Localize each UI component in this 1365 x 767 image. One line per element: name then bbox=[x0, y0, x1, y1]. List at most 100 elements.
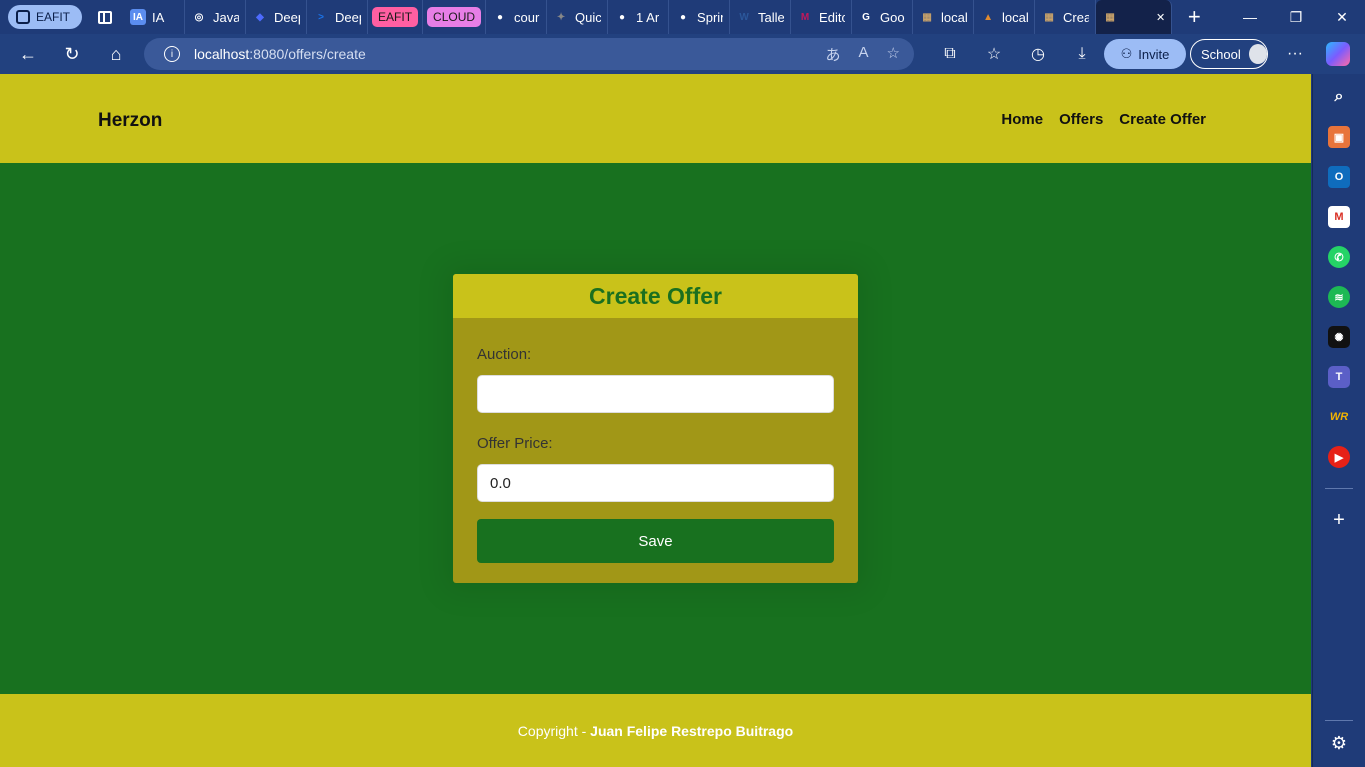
youtube-icon[interactable]: ▶ bbox=[1328, 446, 1350, 468]
browser-tab[interactable]: ● 1 Ar bbox=[608, 0, 670, 34]
tab-favicon-icon: ● bbox=[497, 11, 504, 23]
close-tab-icon[interactable]: ✕ bbox=[1156, 11, 1165, 24]
tab-favicon-icon: ✦ bbox=[556, 11, 566, 23]
tab-actions-icon bbox=[98, 10, 113, 24]
spotify-icon[interactable]: ≋ bbox=[1328, 286, 1350, 308]
url-field[interactable]: i localhost:8080/offers/create あ A ☆ bbox=[144, 38, 914, 70]
tab-strip: EAFIT IA IA ◎ Java ◆ Deep > Deep EAFIT CLOUD ● cour… bbox=[0, 0, 1365, 34]
page-viewport: Herzon Home Offers Create Offer Create O… bbox=[0, 74, 1311, 767]
extensions-icon[interactable]: ⧉ bbox=[930, 34, 970, 74]
save-button[interactable]: Save bbox=[477, 519, 834, 563]
browser-tab[interactable]: ▦ local bbox=[913, 0, 975, 34]
card-header: Create Offer bbox=[453, 274, 858, 318]
window-controls: — ❐ ✕ bbox=[1227, 0, 1365, 34]
favorites-icon[interactable]: ☆ bbox=[974, 34, 1014, 74]
tab-actions-button[interactable] bbox=[92, 4, 118, 30]
tab-favicon-icon: ● bbox=[619, 11, 626, 23]
site-info-icon[interactable]: i bbox=[164, 46, 180, 62]
tab-title: Quic bbox=[575, 9, 602, 25]
offer-form: Auction: Offer Price: 0.0 Save bbox=[453, 318, 858, 563]
outlook-icon[interactable]: O bbox=[1328, 166, 1350, 188]
tab-title: local bbox=[941, 9, 968, 25]
nav-create-offer[interactable]: Create Offer bbox=[1119, 111, 1206, 128]
auction-label: Auction: bbox=[477, 346, 532, 363]
browser-tab[interactable]: ◎ Java bbox=[185, 0, 247, 34]
url-path: :8080/offers/create bbox=[249, 46, 366, 62]
tab-title: cour bbox=[514, 9, 540, 25]
tab-favicon-icon: ● bbox=[680, 11, 687, 23]
browser-tab[interactable]: ✦ Quic bbox=[547, 0, 609, 34]
browser-tab[interactable]: ◆ Deep bbox=[246, 0, 308, 34]
tab-favicon-icon: ◆ bbox=[256, 11, 264, 23]
tab-title: Edito bbox=[819, 9, 845, 25]
url-host: localhost bbox=[194, 46, 250, 62]
browser-tab[interactable]: ▦ ✕ bbox=[1096, 0, 1173, 34]
add-icon[interactable]: + bbox=[1328, 509, 1350, 531]
tab-title: Deep bbox=[274, 9, 300, 25]
tab-title: Deep bbox=[335, 9, 361, 25]
minimize-button[interactable]: — bbox=[1227, 0, 1273, 34]
address-bar-row: ← ↻ ⌂ i localhost:8080/offers/create あ A… bbox=[0, 34, 1365, 74]
avatar bbox=[1248, 44, 1267, 64]
teams-icon[interactable]: T bbox=[1328, 366, 1350, 388]
tab-favicon-icon: ▦ bbox=[1044, 11, 1054, 23]
browser-tab[interactable]: G Goo bbox=[852, 0, 914, 34]
more-menu-button[interactable]: ··· bbox=[1280, 39, 1310, 69]
tab-group-chip[interactable]: CLOUD bbox=[427, 7, 482, 27]
downloads-icon[interactable]: ⤓ bbox=[1062, 34, 1102, 74]
gmail-icon[interactable]: M bbox=[1328, 206, 1350, 228]
nav-home[interactable]: Home bbox=[1001, 111, 1043, 128]
tab-favicon-icon: > bbox=[318, 11, 324, 23]
browser-tab[interactable]: M Edito bbox=[791, 0, 853, 34]
browser-tab[interactable]: W Talle bbox=[730, 0, 792, 34]
refresh-icon: ↻ bbox=[64, 43, 80, 64]
wr-icon[interactable]: WR bbox=[1328, 406, 1350, 428]
profile-label: EAFIT bbox=[36, 10, 71, 24]
whatsapp-icon[interactable]: ✆ bbox=[1328, 246, 1350, 268]
tab-title: Goo bbox=[880, 9, 905, 25]
home-icon: ⌂ bbox=[110, 43, 122, 64]
browser-tab[interactable]: ● Sprir bbox=[669, 0, 731, 34]
favorite-star-icon[interactable]: ☆ bbox=[887, 44, 900, 65]
browser-tab[interactable]: ▲ local bbox=[974, 0, 1036, 34]
copilot-icon[interactable] bbox=[1326, 42, 1350, 66]
brand-logo[interactable]: Herzon bbox=[98, 110, 162, 132]
translate-icon[interactable]: あ bbox=[826, 44, 841, 65]
tab-favicon-icon: ▲ bbox=[983, 11, 993, 23]
profile-icon bbox=[16, 10, 30, 24]
main-nav: Home Offers Create Offer bbox=[1001, 111, 1206, 128]
nav-offers[interactable]: Offers bbox=[1059, 111, 1103, 128]
tab-group-chip[interactable]: EAFIT bbox=[372, 7, 419, 27]
chatgpt-icon[interactable]: ✺ bbox=[1328, 326, 1350, 348]
close-window-button[interactable]: ✕ bbox=[1319, 0, 1365, 34]
briefcase-icon[interactable]: ▣ bbox=[1328, 126, 1350, 148]
tab-title: Java bbox=[213, 9, 240, 25]
browser-tab[interactable]: CLOUD bbox=[423, 0, 487, 34]
browser-tab[interactable]: ● cour bbox=[486, 0, 548, 34]
home-button[interactable]: ⌂ bbox=[96, 34, 136, 74]
invite-button[interactable]: ⚇ Invite bbox=[1104, 39, 1186, 69]
browser-tab[interactable]: EAFIT bbox=[368, 0, 424, 34]
maximize-button[interactable]: ❐ bbox=[1273, 0, 1319, 34]
auction-input[interactable] bbox=[477, 375, 834, 413]
browser-tab[interactable]: > Deep bbox=[307, 0, 369, 34]
history-icon[interactable]: ◷ bbox=[1018, 34, 1058, 74]
profile-button-label: School bbox=[1201, 46, 1241, 62]
refresh-button[interactable]: ↻ bbox=[52, 34, 92, 74]
back-button[interactable]: ← bbox=[8, 34, 48, 74]
profile-pill[interactable]: EAFIT bbox=[8, 5, 83, 29]
search-icon[interactable]: ⌕ bbox=[1328, 86, 1350, 108]
browser-sidebar: ⌕ ▣ O M ✆ ≋ ✺ T WR ▶ + ⚙ bbox=[1312, 74, 1365, 767]
invite-label: Invite bbox=[1138, 46, 1170, 62]
new-tab-button[interactable]: + bbox=[1180, 3, 1208, 31]
tab-favicon-icon: G bbox=[862, 11, 870, 23]
settings-icon[interactable]: ⚙ bbox=[1328, 732, 1350, 754]
browser-tab[interactable]: IA IA bbox=[124, 0, 186, 34]
profile-button[interactable]: School bbox=[1190, 39, 1268, 69]
browser-tab[interactable]: ▦ Crea bbox=[1035, 0, 1097, 34]
copyright-text: Copyright - Juan Felipe Restrepo Buitrag… bbox=[518, 723, 793, 739]
tab-favicon-icon: M bbox=[800, 11, 810, 23]
read-aloud-icon[interactable]: A bbox=[859, 44, 869, 65]
offer-price-input[interactable]: 0.0 bbox=[477, 464, 834, 502]
tabs: IA IA ◎ Java ◆ Deep > Deep EAFIT CLOUD ● cour ✦ Quic ●… bbox=[124, 0, 1173, 34]
